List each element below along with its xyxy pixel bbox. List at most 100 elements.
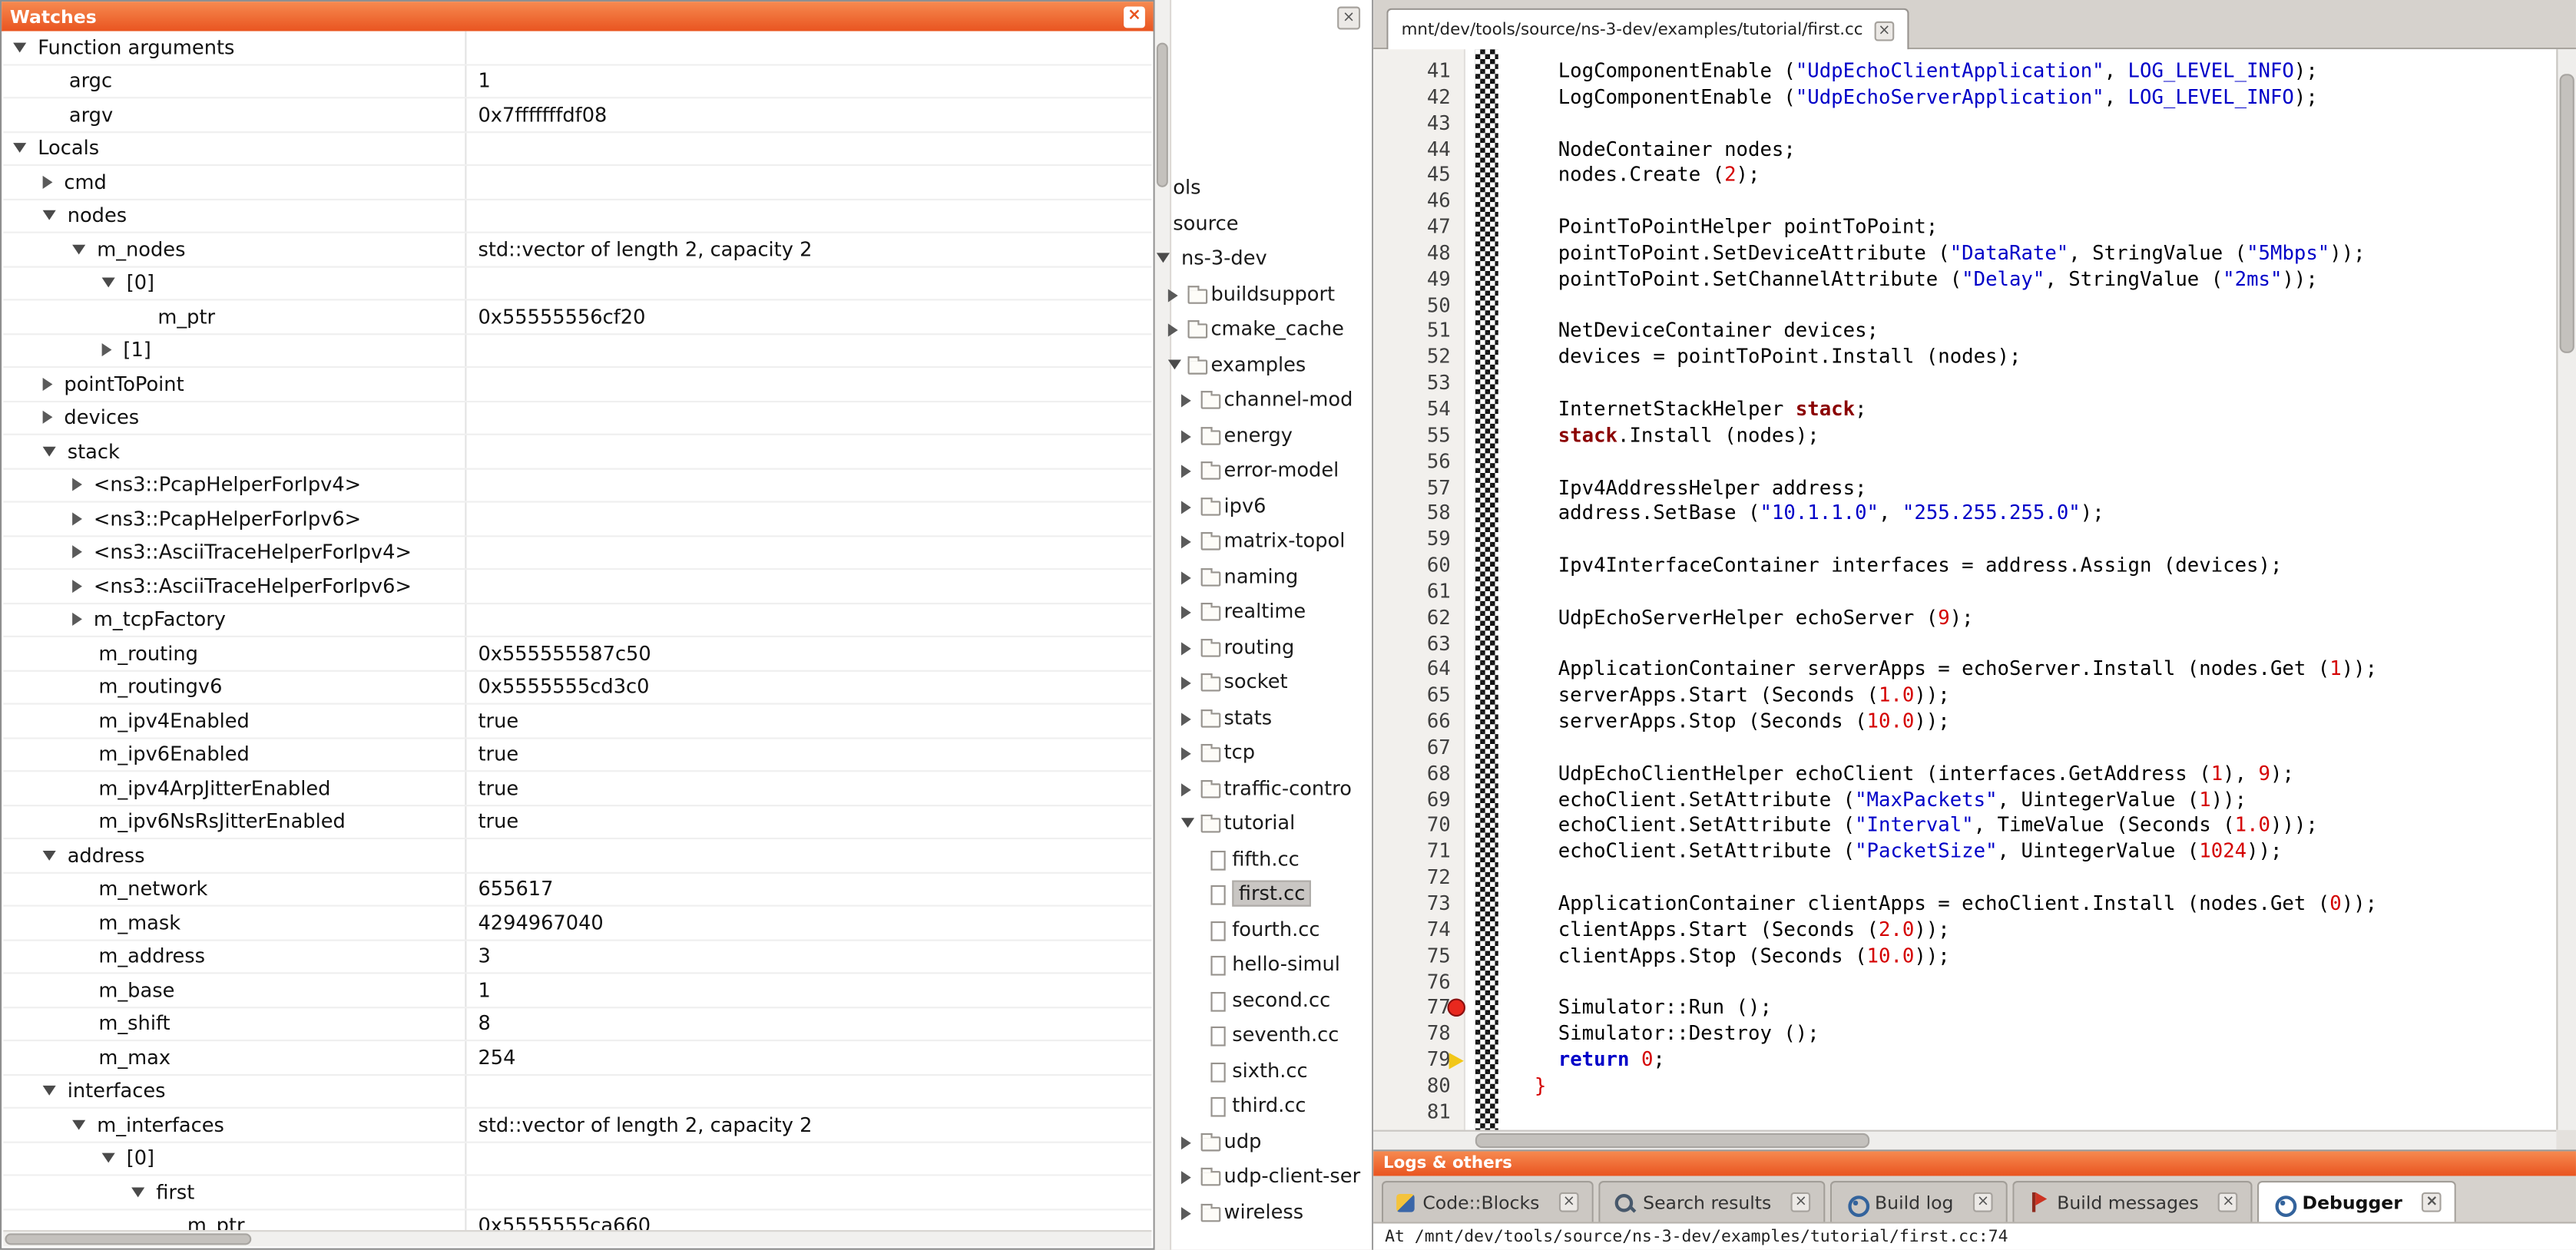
expand-arrow-icon[interactable]: [72, 512, 82, 525]
expand-arrow-icon[interactable]: [1181, 429, 1191, 442]
code-line[interactable]: 46: [1373, 189, 2556, 215]
expand-arrow-icon[interactable]: [1181, 1206, 1191, 1219]
code-line[interactable]: 52 devices = pointToPoint.Install (nodes…: [1373, 346, 2556, 372]
logs-tab-build-log[interactable]: Build log×: [1830, 1181, 2008, 1222]
watch-row[interactable]: first: [3, 1176, 1151, 1210]
tree-item-label[interactable]: udp-client-ser: [1224, 1165, 1361, 1188]
watch-row[interactable]: m_tcpFactory: [3, 604, 1151, 637]
code-line[interactable]: 80}: [1373, 1074, 2556, 1100]
tree-item-label[interactable]: cmake_cache: [1210, 317, 1343, 340]
tree-item-seventh-cc[interactable]: seventh.cc: [1155, 1018, 1372, 1053]
tree-item-energy[interactable]: energy: [1155, 418, 1372, 453]
tree-item-socket[interactable]: socket: [1155, 665, 1372, 700]
close-icon[interactable]: ×: [1973, 1192, 1993, 1212]
watch-row[interactable]: pointToPoint: [3, 368, 1151, 402]
tree-item-label[interactable]: third.cc: [1232, 1094, 1306, 1117]
collapse-arrow-icon[interactable]: [13, 144, 26, 154]
tree-item-label[interactable]: channel-mod: [1224, 388, 1353, 411]
tree-item-label[interactable]: realtime: [1224, 600, 1306, 623]
logs-tab-debugger[interactable]: Debugger×: [2258, 1181, 2457, 1222]
code-line[interactable]: 59: [1373, 527, 2556, 554]
code-line[interactable]: 77 Simulator::Run ();: [1373, 996, 2556, 1022]
watch-row[interactable]: cmd: [3, 166, 1151, 200]
tree-item-label[interactable]: traffic-contro: [1224, 776, 1352, 799]
expand-arrow-icon[interactable]: [43, 377, 53, 390]
code-line[interactable]: 79 return 0;: [1373, 1048, 2556, 1074]
tree-item-ipv6[interactable]: ipv6: [1155, 488, 1372, 524]
code-line[interactable]: 48 pointToPoint.SetDeviceAttribute ("Dat…: [1373, 241, 2556, 267]
code-line[interactable]: 55 stack.Install (nodes);: [1373, 423, 2556, 449]
code-line[interactable]: 51 NetDeviceContainer devices;: [1373, 319, 2556, 346]
expand-arrow-icon[interactable]: [1181, 1136, 1191, 1149]
tree-item-label[interactable]: fourth.cc: [1232, 918, 1319, 941]
tree-item-label[interactable]: stats: [1224, 706, 1273, 729]
tree-item-label[interactable]: tcp: [1224, 741, 1255, 764]
expand-arrow-icon[interactable]: [1181, 500, 1191, 513]
code-line[interactable]: 41 LogComponentEnable ("UdpEchoClientApp…: [1373, 59, 2556, 85]
watch-row[interactable]: m_base1: [3, 974, 1151, 1007]
watch-row[interactable]: <ns3::PcapHelperForIpv4>: [3, 469, 1151, 503]
expand-arrow-icon[interactable]: [43, 411, 53, 424]
watch-row[interactable]: m_ipv6Enabledtrue: [3, 738, 1151, 772]
close-icon[interactable]: ×: [2218, 1192, 2238, 1212]
watch-row[interactable]: devices: [3, 402, 1151, 435]
code-line[interactable]: 74 clientApps.Start (Seconds (2.0));: [1373, 918, 2556, 944]
tree-item-label[interactable]: sixth.cc: [1232, 1059, 1307, 1082]
code-line[interactable]: 65 serverApps.Start (Seconds (1.0));: [1373, 683, 2556, 709]
code-line[interactable]: 67: [1373, 736, 2556, 762]
tree-item-first-cc[interactable]: first.cc: [1155, 877, 1372, 912]
watch-row[interactable]: [0]: [3, 267, 1151, 301]
collapse-arrow-icon[interactable]: [43, 1086, 56, 1096]
scrollbar-thumb[interactable]: [5, 1233, 251, 1245]
watch-row[interactable]: m_shift8: [3, 1007, 1151, 1041]
code-line[interactable]: 53: [1373, 372, 2556, 398]
tree-item-fifth-cc[interactable]: fifth.cc: [1155, 842, 1372, 877]
tree-item-ns-3-dev[interactable]: ns-3-dev: [1155, 241, 1372, 276]
tree-item-label[interactable]: examples: [1210, 352, 1306, 375]
code-line[interactable]: 76: [1373, 970, 2556, 996]
tree-item-source[interactable]: source: [1155, 206, 1372, 241]
code-line[interactable]: 44 NodeContainer nodes;: [1373, 137, 2556, 164]
code-line[interactable]: 61: [1373, 580, 2556, 606]
code-line[interactable]: 68 UdpEchoClientHelper echoClient (inter…: [1373, 762, 2556, 788]
tree-item-hello-simul[interactable]: hello-simul: [1155, 947, 1372, 983]
tree-item-channel-mod[interactable]: channel-mod: [1155, 382, 1372, 418]
tree-item-udp[interactable]: udp: [1155, 1124, 1372, 1159]
scrollbar-thumb[interactable]: [1157, 43, 1168, 187]
expand-arrow-icon[interactable]: [1181, 535, 1191, 548]
code-line[interactable]: 75 clientApps.Stop (Seconds (10.0));: [1373, 944, 2556, 970]
code-line[interactable]: 54 InternetStackHelper stack;: [1373, 398, 2556, 424]
tree-item-label[interactable]: buildsupport: [1210, 282, 1335, 305]
tree-item-label[interactable]: ns-3-dev: [1181, 246, 1267, 270]
tree-item-udp-client-ser[interactable]: udp-client-ser: [1155, 1159, 1372, 1195]
code-line[interactable]: 71 echoClient.SetAttribute ("PacketSize"…: [1373, 840, 2556, 866]
close-icon[interactable]: ×: [1559, 1192, 1579, 1212]
watch-row[interactable]: argc1: [3, 64, 1151, 98]
collapse-arrow-icon[interactable]: [13, 42, 26, 52]
watch-row[interactable]: <ns3::PcapHelperForIpv6>: [3, 503, 1151, 537]
code-line[interactable]: 66 serverApps.Stop (Seconds (10.0));: [1373, 709, 2556, 736]
expand-arrow-icon[interactable]: [1168, 323, 1178, 336]
close-icon[interactable]: ×: [1124, 5, 1145, 27]
watch-row[interactable]: m_network655617: [3, 873, 1151, 907]
code-line[interactable]: 72: [1373, 866, 2556, 892]
editor-vertical-scrollbar[interactable]: [2556, 49, 2576, 1129]
close-icon[interactable]: ×: [1337, 7, 1360, 30]
expand-arrow-icon[interactable]: [1181, 782, 1191, 795]
logs-tab-search-results[interactable]: Search results×: [1598, 1181, 1825, 1222]
close-icon[interactable]: ×: [2422, 1192, 2442, 1212]
tree-item-label[interactable]: energy: [1224, 423, 1293, 446]
code-line[interactable]: 42 LogComponentEnable ("UdpEchoServerApp…: [1373, 85, 2556, 111]
collapse-arrow-icon[interactable]: [1181, 818, 1194, 828]
expand-arrow-icon[interactable]: [1181, 712, 1191, 725]
tree-item-label[interactable]: naming: [1224, 564, 1299, 587]
code-line[interactable]: 78 Simulator::Destroy ();: [1373, 1022, 2556, 1048]
watches-horizontal-scrollbar[interactable]: [3, 1230, 1151, 1246]
tree-item-label[interactable]: ipv6: [1224, 494, 1266, 517]
tree-item-routing[interactable]: routing: [1155, 630, 1372, 665]
tree-item-buildsupport[interactable]: buildsupport: [1155, 276, 1372, 312]
logs-tab-code-blocks[interactable]: Code::Blocks×: [1382, 1181, 1594, 1222]
collapse-arrow-icon[interactable]: [102, 278, 115, 288]
tree-item-label[interactable]: source: [1173, 211, 1238, 234]
expand-arrow-icon[interactable]: [1181, 641, 1191, 654]
